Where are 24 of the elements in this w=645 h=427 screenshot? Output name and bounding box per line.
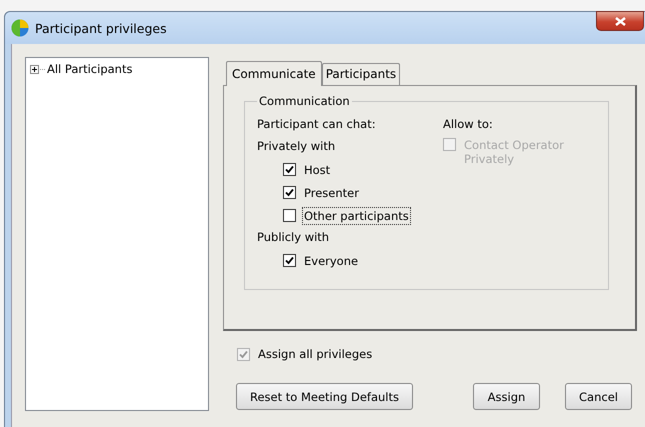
checkbox[interactable] [283,254,296,267]
window-title: Participant privileges [35,20,167,36]
section-label: Privately with [257,138,336,155]
close-icon [614,16,626,26]
checkbox-label[interactable]: Other participants [302,206,411,224]
tab[interactable]: Participants [322,63,400,85]
section-label: Publicly with [257,229,330,246]
section-label: Allow to: [443,116,494,133]
checkbox-label[interactable]: Everyone [302,252,360,270]
group-title: Communication [258,94,351,108]
checkbox[interactable] [283,186,296,199]
globe-icon [11,19,29,37]
dialog-button[interactable]: Assign [473,383,540,410]
expand-icon[interactable] [30,64,39,74]
section-label: Participant can chat: [257,116,377,133]
close-button[interactable] [596,11,644,31]
checkbox[interactable] [283,209,296,222]
checkbox-label[interactable]: Presenter [302,184,361,202]
dialog-button[interactable]: Cancel [565,383,632,410]
checkbox-label[interactable]: Host [302,160,332,178]
reset-button[interactable]: Reset to Meeting Defaults [236,383,413,410]
tab[interactable]: Communicate [226,61,322,86]
tree-item[interactable]: All Participants [47,62,132,76]
checkbox[interactable] [283,163,296,176]
